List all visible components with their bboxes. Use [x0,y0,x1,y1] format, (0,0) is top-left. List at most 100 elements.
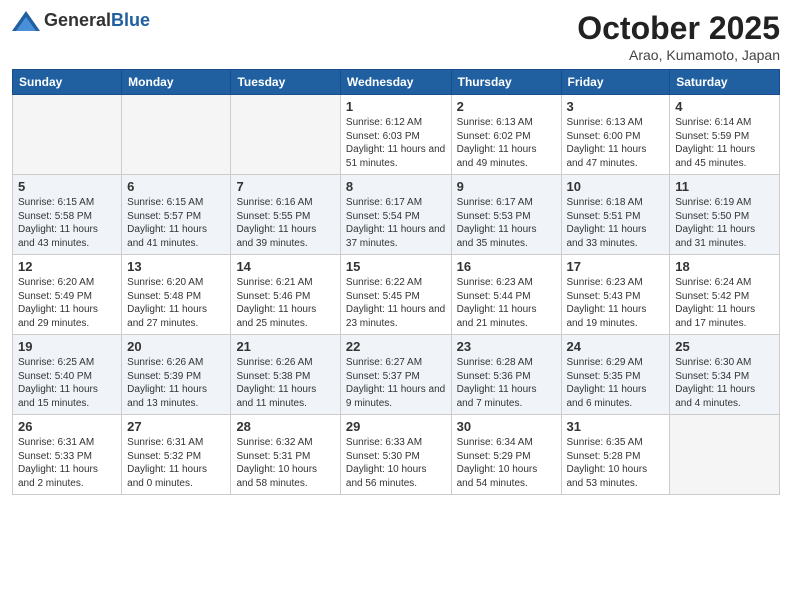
day-number: 22 [346,339,446,354]
day-number: 31 [567,419,665,434]
calendar-day-cell: 2 Sunrise: 6:13 AM Sunset: 6:02 PM Daylig… [451,95,561,175]
day-info: Sunrise: 6:31 AM Sunset: 5:33 PM Dayligh… [18,436,116,490]
weekday-header-wednesday: Wednesday [340,70,451,95]
day-number: 24 [567,339,665,354]
day-info: Sunrise: 6:26 AM Sunset: 5:38 PM Dayligh… [236,356,334,410]
day-info: Sunrise: 6:34 AM Sunset: 5:29 PM Dayligh… [457,436,556,490]
calendar-day-cell: 24 Sunrise: 6:29 AM Sunset: 5:35 PM Dayli… [561,335,670,415]
day-info: Sunrise: 6:16 AM Sunset: 5:55 PM Dayligh… [236,196,334,250]
day-number: 4 [675,99,774,114]
day-number: 5 [18,179,116,194]
calendar-day-cell: 15Sunrise: 6:22 AM Sunset: 5:45 PM Dayli… [340,255,451,335]
day-info: Sunrise: 6:15 AM Sunset: 5:57 PM Dayligh… [127,196,225,250]
day-number: 23 [457,339,556,354]
calendar-day-cell: 26 Sunrise: 6:31 AM Sunset: 5:33 PM Dayli… [13,415,122,495]
day-number: 6 [127,179,225,194]
logo: GeneralBlue [12,10,150,31]
calendar-table: SundayMondayTuesdayWednesdayThursdayFrid… [12,69,780,495]
day-number: 29 [346,419,446,434]
calendar-week-row: 19 Sunrise: 6:25 AM Sunset: 5:40 PM Dayli… [13,335,780,415]
calendar-day-cell: 19 Sunrise: 6:25 AM Sunset: 5:40 PM Dayli… [13,335,122,415]
calendar-day-cell [231,95,340,175]
calendar-day-cell: 31 Sunrise: 6:35 AM Sunset: 5:28 PM Dayli… [561,415,670,495]
location-subtitle: Arao, Kumamoto, Japan [577,47,780,63]
day-number: 19 [18,339,116,354]
calendar-day-cell: 30 Sunrise: 6:34 AM Sunset: 5:29 PM Dayli… [451,415,561,495]
logo-text: GeneralBlue [44,10,150,31]
calendar-day-cell: 1 Sunrise: 6:12 AM Sunset: 6:03 PM Daylig… [340,95,451,175]
day-info: Sunrise: 6:35 AM Sunset: 5:28 PM Dayligh… [567,436,665,490]
day-info: Sunrise: 6:13 AM Sunset: 6:02 PM Dayligh… [457,116,556,170]
calendar-day-cell: 28 Sunrise: 6:32 AM Sunset: 5:31 PM Dayli… [231,415,340,495]
calendar-day-cell: 14Sunrise: 6:21 AM Sunset: 5:46 PM Dayli… [231,255,340,335]
day-number: 20 [127,339,225,354]
calendar-day-cell [670,415,780,495]
calendar-day-cell: 10 Sunrise: 6:18 AM Sunset: 5:51 PM Dayli… [561,175,670,255]
day-number: 27 [127,419,225,434]
day-number: 9 [457,179,556,194]
day-info: Sunrise: 6:29 AM Sunset: 5:35 PM Dayligh… [567,356,665,410]
calendar-day-cell: 13 Sunrise: 6:20 AM Sunset: 5:48 PM Dayli… [122,255,231,335]
day-number: 12 [18,259,116,274]
day-number: 17 [567,259,665,274]
calendar-day-cell: 17Sunrise: 6:23 AM Sunset: 5:43 PM Dayli… [561,255,670,335]
calendar-week-row: 5 Sunrise: 6:15 AM Sunset: 5:58 PM Daylig… [13,175,780,255]
day-info: Sunrise: 6:20 AM Sunset: 5:48 PM Dayligh… [127,276,225,330]
day-number: 25 [675,339,774,354]
weekday-header-thursday: Thursday [451,70,561,95]
day-number: 16 [457,259,556,274]
calendar-day-cell: 21 Sunrise: 6:26 AM Sunset: 5:38 PM Dayli… [231,335,340,415]
day-number: 2 [457,99,556,114]
day-number: 28 [236,419,334,434]
day-number: 30 [457,419,556,434]
day-number: 10 [567,179,665,194]
day-info: Sunrise: 6:24 AM Sunset: 5:42 PM Dayligh… [675,276,774,330]
page-container: GeneralBlue October 2025 Arao, Kumamoto,… [0,0,792,505]
day-number: 26 [18,419,116,434]
calendar-body: 1 Sunrise: 6:12 AM Sunset: 6:03 PM Daylig… [13,95,780,495]
day-number: 13 [127,259,225,274]
day-info: Sunrise: 6:27 AM Sunset: 5:37 PM Dayligh… [346,356,446,410]
calendar-day-cell: 4Sunrise: 6:14 AM Sunset: 5:59 PM Daylig… [670,95,780,175]
calendar-day-cell [122,95,231,175]
calendar-day-cell: 27 Sunrise: 6:31 AM Sunset: 5:32 PM Dayli… [122,415,231,495]
day-info: Sunrise: 6:15 AM Sunset: 5:58 PM Dayligh… [18,196,116,250]
calendar-day-cell: 29 Sunrise: 6:33 AM Sunset: 5:30 PM Dayli… [340,415,451,495]
weekday-header-friday: Friday [561,70,670,95]
day-info: Sunrise: 6:31 AM Sunset: 5:32 PM Dayligh… [127,436,225,490]
day-info: Sunrise: 6:33 AM Sunset: 5:30 PM Dayligh… [346,436,446,490]
day-info: Sunrise: 6:26 AM Sunset: 5:39 PM Dayligh… [127,356,225,410]
header: GeneralBlue October 2025 Arao, Kumamoto,… [12,10,780,63]
day-number: 11 [675,179,774,194]
day-info: Sunrise: 6:13 AM Sunset: 6:00 PM Dayligh… [567,116,665,170]
weekday-header-monday: Monday [122,70,231,95]
title-block: October 2025 Arao, Kumamoto, Japan [577,10,780,63]
day-number: 1 [346,99,446,114]
generalblue-icon [12,11,40,31]
day-info: Sunrise: 6:12 AM Sunset: 6:03 PM Dayligh… [346,116,446,170]
calendar-header: SundayMondayTuesdayWednesdayThursdayFrid… [13,70,780,95]
calendar-day-cell: 22 Sunrise: 6:27 AM Sunset: 5:37 PM Dayli… [340,335,451,415]
weekday-header-sunday: Sunday [13,70,122,95]
day-info: Sunrise: 6:17 AM Sunset: 5:53 PM Dayligh… [457,196,556,250]
calendar-day-cell: 25 Sunrise: 6:30 AM Sunset: 5:34 PM Dayli… [670,335,780,415]
calendar-day-cell: 11Sunrise: 6:19 AM Sunset: 5:50 PM Dayli… [670,175,780,255]
day-info: Sunrise: 6:18 AM Sunset: 5:51 PM Dayligh… [567,196,665,250]
weekday-header-row: SundayMondayTuesdayWednesdayThursdayFrid… [13,70,780,95]
day-number: 18 [675,259,774,274]
day-info: Sunrise: 6:30 AM Sunset: 5:34 PM Dayligh… [675,356,774,410]
day-info: Sunrise: 6:28 AM Sunset: 5:36 PM Dayligh… [457,356,556,410]
calendar-day-cell: 20 Sunrise: 6:26 AM Sunset: 5:39 PM Dayli… [122,335,231,415]
day-info: Sunrise: 6:23 AM Sunset: 5:44 PM Dayligh… [457,276,556,330]
day-info: Sunrise: 6:21 AM Sunset: 5:46 PM Dayligh… [236,276,334,330]
day-info: Sunrise: 6:25 AM Sunset: 5:40 PM Dayligh… [18,356,116,410]
day-number: 21 [236,339,334,354]
day-number: 15 [346,259,446,274]
logo-blue: Blue [111,10,150,30]
day-info: Sunrise: 6:17 AM Sunset: 5:54 PM Dayligh… [346,196,446,250]
day-info: Sunrise: 6:32 AM Sunset: 5:31 PM Dayligh… [236,436,334,490]
calendar-day-cell: 7Sunrise: 6:16 AM Sunset: 5:55 PM Daylig… [231,175,340,255]
calendar-day-cell: 9 Sunrise: 6:17 AM Sunset: 5:53 PM Daylig… [451,175,561,255]
weekday-header-saturday: Saturday [670,70,780,95]
calendar-week-row: 12Sunrise: 6:20 AM Sunset: 5:49 PM Dayli… [13,255,780,335]
